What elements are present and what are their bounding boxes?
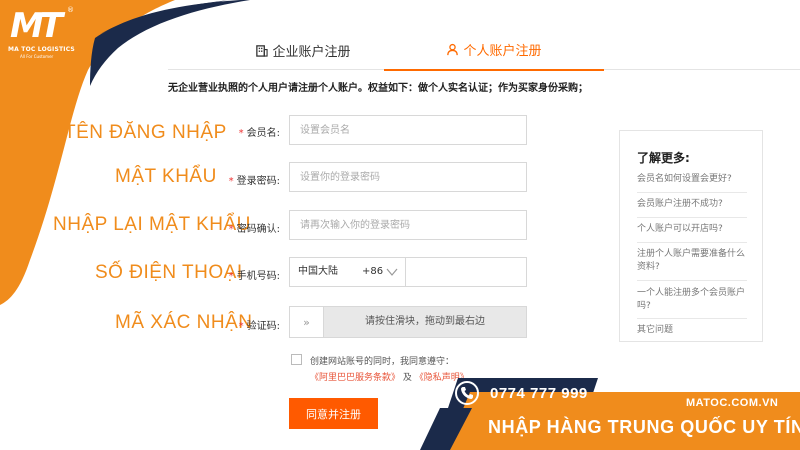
password-label-text: 登录密码: [236, 176, 280, 187]
agree-and: 及 [402, 373, 412, 383]
username-label-text: 会员名: [246, 128, 280, 139]
captcha-label-text: 验证码: [246, 321, 280, 332]
building-icon [256, 44, 269, 57]
help-divider [637, 217, 747, 218]
required-mark: * [238, 128, 244, 139]
confirm-password-label-text: 密码确认: [236, 224, 280, 235]
tab-personal-account[interactable]: 个人账户注册 [384, 30, 604, 71]
tab-company-account[interactable]: 企业账户注册 [228, 30, 378, 70]
phone-handset-icon [461, 387, 473, 399]
password-input[interactable] [289, 162, 527, 192]
help-link-materials[interactable]: 注册个人账户需要准备什么资料? [637, 248, 747, 274]
phone-country-code: +86 [362, 266, 384, 277]
annotation-password: MẬT KHẨU [115, 166, 217, 187]
captcha-label: * 验证码: [210, 317, 280, 332]
logo-registered-mark: ® [67, 6, 74, 14]
registration-notice: 无企业营业执照的个人用户请注册个人账户。权益如下：做个人实名认证；作为买家身份采… [168, 83, 588, 94]
confirm-password-input[interactable] [289, 210, 527, 240]
phone-number-input[interactable] [406, 258, 526, 286]
help-divider [637, 318, 747, 319]
tab-company-label: 企业账户注册 [272, 44, 351, 60]
account-type-tabs: 企业账户注册 个人账户注册 [168, 30, 800, 71]
agree-text: 创建网站账号的同时，我同意遵守： [310, 357, 455, 367]
required-mark: * [228, 224, 234, 235]
help-link-multiple-accounts[interactable]: 一个人能注册多个会员账户吗? [637, 287, 747, 313]
chevron-down-icon[interactable] [386, 267, 398, 277]
phone-label: * 手机号码: [210, 267, 280, 282]
confirm-password-label: * 密码确认: [210, 220, 280, 235]
help-link-username[interactable]: 会员名如何设置会更好? [637, 173, 747, 186]
double-chevron-right-icon: » [303, 315, 310, 329]
banner-slogan: NHẬP HÀNG TRUNG QUỐC UY TÍN [488, 417, 800, 437]
phone-field: 中国大陆 +86 [289, 257, 527, 287]
terms-link[interactable]: 《阿里巴巴服务条款》 [310, 373, 400, 383]
help-panel: 了解更多: 会员名如何设置会更好? 会员账户注册不成功? 个人账户可以开店吗? … [619, 130, 763, 342]
help-link-other[interactable]: 其它问题 [637, 324, 747, 337]
help-link-open-shop[interactable]: 个人账户可以开店吗? [637, 223, 747, 236]
logo-tagline: All For Customer [20, 54, 54, 59]
agree-register-button[interactable]: 同意并注册 [289, 398, 378, 429]
slider-instruction: 请按住滑块，拖动到最右边 [365, 316, 485, 327]
logo-company-name: MA TOC LOGISTICS [8, 46, 75, 53]
phone-label-text: 手机号码: [236, 271, 280, 282]
tab-personal-label: 个人账户注册 [463, 44, 542, 59]
required-mark: * [238, 321, 244, 332]
website-url: MATOC.COM.VN [686, 397, 779, 409]
help-title: 了解更多: [637, 151, 690, 165]
matoc-logo[interactable]: MT ® MA TOC LOGISTICS All For Customer [4, 6, 80, 64]
required-mark: * [228, 176, 234, 187]
help-divider [637, 192, 747, 193]
agree-checkbox[interactable] [291, 354, 302, 365]
help-divider [637, 242, 747, 243]
captcha-slider[interactable]: » 请按住滑块，拖动到最右边 [289, 306, 527, 338]
hotline-number: 0774 777 999 [490, 385, 588, 402]
phone-country-select[interactable]: 中国大陆 [298, 258, 338, 286]
user-icon [447, 43, 459, 56]
required-mark: * [228, 271, 234, 282]
slider-handle[interactable]: » [290, 307, 324, 337]
password-label: * 登录密码: [210, 172, 280, 187]
username-input[interactable] [289, 115, 527, 145]
logo-mark: MT [10, 6, 63, 46]
help-divider [637, 280, 747, 281]
phone-icon [455, 381, 479, 405]
agree-links: 《阿里巴巴服务条款》 及 《隐私声明》 [310, 370, 469, 383]
help-link-register-fail[interactable]: 会员账户注册不成功? [637, 198, 747, 211]
annotation-username: TÊN ĐĂNG NHẬP [64, 122, 227, 143]
username-label: * 会员名: [210, 124, 280, 139]
